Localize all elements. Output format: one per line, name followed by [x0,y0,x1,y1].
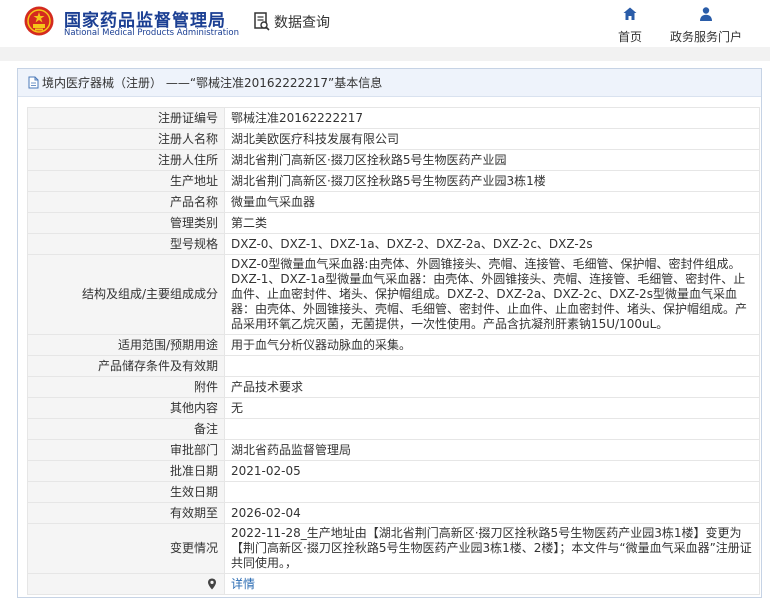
field-label: 其他内容 [27,397,225,419]
registration-info-table: 注册证编号 鄂械注准20162222217 注册人名称 湖北美欧医疗科技发展有限… [27,107,760,595]
field-value: 鄂械注准20162222217 [224,107,760,129]
data-query-label: 数据查询 [274,15,330,31]
field-value: 湖北美欧医疗科技发展有限公司 [224,128,760,150]
nav-service-label: 政务服务门户 [669,30,742,44]
table-row: 注册证编号 鄂械注准20162222217 [27,107,760,129]
field-label: 审批部门 [27,439,225,461]
field-label: 备注 [27,418,225,440]
field-value: 湖北省荆门高新区·掇刀区拴秋路5号生物医药产业园3栋1楼 [224,170,760,192]
table-row: 生产地址 湖北省荆门高新区·掇刀区拴秋路5号生物医药产业园3栋1楼 [27,170,760,192]
table-row: 详情 [27,573,760,595]
table-row: 管理类别 第二类 [27,212,760,234]
field-value: 2026-02-04 [224,502,760,524]
table-row: 生效日期 [27,481,760,503]
field-label: 生效日期 [27,481,225,503]
brand-name-en[interactable]: National Medical Products Administration [64,28,239,38]
field-value: 湖北省荆门高新区·掇刀区拴秋路5号生物医药产业园 [224,149,760,171]
field-value: DXZ-0型微量血气采血器:由壳体、外圆锥接头、壳帽、连接管、毛细管、保护帽、密… [224,254,760,335]
detail-pin-cell [27,573,225,595]
field-label: 注册人名称 [27,128,225,150]
table-row: 变更情况 2022-11-28_生产地址由【湖北省荆门高新区·掇刀区拴秋路5号生… [27,523,760,574]
field-value: 第二类 [224,212,760,234]
national-emblem-logo[interactable] [24,6,54,36]
nav-home[interactable]: 首页 [600,6,660,45]
pin-icon [208,578,216,589]
field-label: 注册人住所 [27,149,225,171]
field-label: 生产地址 [27,170,225,192]
table-row: 结构及组成/主要组成成分 DXZ-0型微量血气采血器:由壳体、外圆锥接头、壳帽、… [27,254,760,335]
home-icon [623,7,637,20]
field-label: 注册证编号 [27,107,225,129]
field-value: 湖北省药品监督管理局 [224,439,760,461]
field-label: 适用范围/预期用途 [27,334,225,356]
field-value [224,418,760,440]
field-value: 2021-02-05 [224,460,760,482]
user-icon [700,7,712,21]
field-value: 用于血气分析仪器动脉血的采集。 [224,334,760,356]
field-label: 管理类别 [27,212,225,234]
table-row: 有效期至 2026-02-04 [27,502,760,524]
table-row: 适用范围/预期用途 用于血气分析仪器动脉血的采集。 [27,334,760,356]
detail-panel: 境内医疗器械（注册） ——“鄂械注准20162222217”基本信息 注册证编号… [17,68,762,598]
field-label: 有效期至 [27,502,225,524]
field-value [224,355,760,377]
table-row: 注册人住所 湖北省荆门高新区·掇刀区拴秋路5号生物医药产业园 [27,149,760,171]
table-row: 批准日期 2021-02-05 [27,460,760,482]
panel-title: 境内医疗器械（注册） ——“鄂械注准20162222217”基本信息 [42,76,383,90]
table-row: 产品储存条件及有效期 [27,355,760,377]
page-icon [28,76,39,89]
field-value [224,481,760,503]
table-row: 产品名称 微量血气采血器 [27,191,760,213]
field-label: 型号规格 [27,233,225,255]
header-divider-band [0,47,770,61]
table-row: 其他内容 无 [27,397,760,419]
data-query-link[interactable]: 数据查询 [254,12,330,32]
table-row: 备注 [27,418,760,440]
field-value: 无 [224,397,760,419]
field-value: DXZ-0、DXZ-1、DXZ-1a、DXZ-2、DXZ-2a、DXZ-2c、D… [224,233,760,255]
detail-cell: 详情 [224,573,760,595]
field-label: 附件 [27,376,225,398]
field-label: 结构及组成/主要组成成分 [27,254,225,335]
document-search-icon [254,12,270,31]
field-value: 2022-11-28_生产地址由【湖北省荆门高新区·掇刀区拴秋路5号生物医药产业… [224,523,760,574]
field-label: 产品名称 [27,191,225,213]
nav-government-service-portal[interactable]: 政务服务门户 [668,6,744,45]
table-row: 审批部门 湖北省药品监督管理局 [27,439,760,461]
field-label: 批准日期 [27,460,225,482]
detail-link[interactable]: 详情 [231,577,255,591]
nav-home-label: 首页 [617,30,642,44]
top-header: 国家药品监督管理局 National Medical Products Admi… [0,0,770,47]
panel-header: 境内医疗器械（注册） ——“鄂械注准20162222217”基本信息 [18,69,761,97]
field-label: 变更情况 [27,523,225,574]
table-row: 型号规格 DXZ-0、DXZ-1、DXZ-1a、DXZ-2、DXZ-2a、DXZ… [27,233,760,255]
field-value: 微量血气采血器 [224,191,760,213]
field-value: 产品技术要求 [224,376,760,398]
table-row: 注册人名称 湖北美欧医疗科技发展有限公司 [27,128,760,150]
field-label: 产品储存条件及有效期 [27,355,225,377]
table-row: 附件 产品技术要求 [27,376,760,398]
